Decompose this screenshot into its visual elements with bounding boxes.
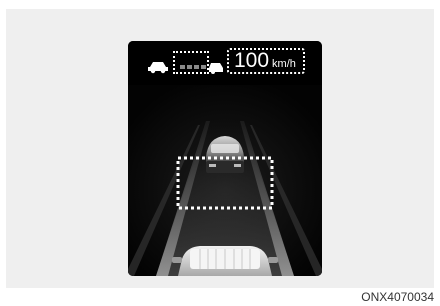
cluster-top-bar: 100 km/h — [128, 41, 322, 85]
set-speed-readout: 100 km/h — [234, 49, 296, 76]
front-car-small-icon — [209, 63, 223, 74]
own-vehicle-icon — [172, 246, 278, 276]
cluster-display: 100 km/h — [128, 41, 322, 276]
figure: 100 km/h ONX4070034 — [0, 0, 440, 306]
set-speed-unit: km/h — [272, 58, 296, 70]
gap-indicator-dotted-box — [173, 51, 209, 74]
figure-code: ONX4070034 — [361, 290, 434, 304]
set-speed-value: 100 — [234, 49, 270, 72]
own-car-small-icon — [148, 62, 168, 74]
